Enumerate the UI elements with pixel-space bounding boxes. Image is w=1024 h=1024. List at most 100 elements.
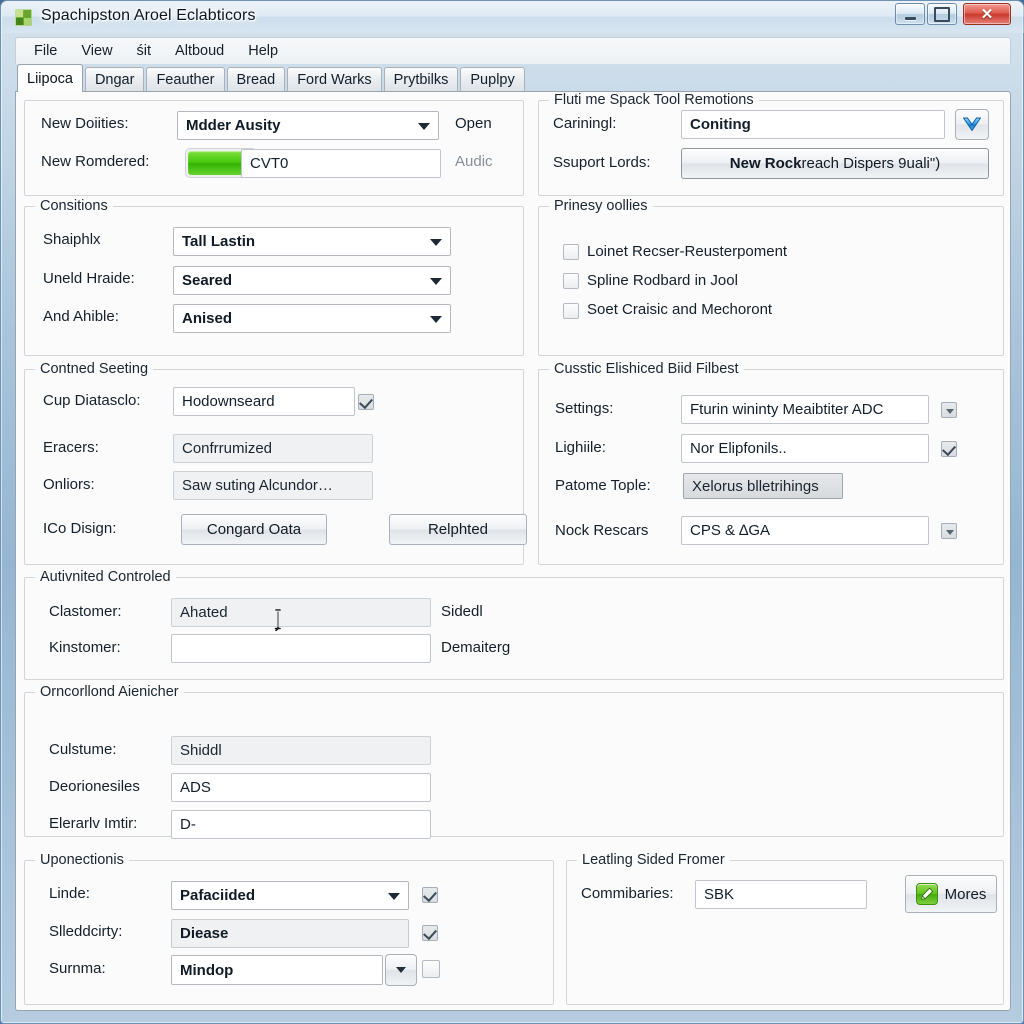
dropdown-nock-rescars-toggle[interactable] <box>941 523 957 539</box>
close-button[interactable]: ✕ <box>963 3 1011 25</box>
field-settings[interactable]: Fturin wininty Meaibtiter ADC <box>681 395 929 424</box>
group-fluti-spack-tool-remotions: Fluti me Spack Tool Remotions Cariningl:… <box>538 92 1004 196</box>
combo-new-doiities-value: Mdder Ausity <box>186 117 281 134</box>
checkbox-loinet-recser[interactable] <box>563 244 579 260</box>
field-nock-rescars[interactable]: CPS & ∆GA <box>681 516 929 545</box>
field-commibaries[interactable]: SBK <box>695 880 867 909</box>
legend-consitions: Consitions <box>35 198 113 214</box>
tab-puplpy[interactable]: Puplpy <box>460 67 525 92</box>
tab-feauther[interactable]: Feauther <box>146 67 225 92</box>
label-surnma: Surnma: <box>49 960 106 977</box>
label-uneld-hraide: Uneld Hraide: <box>43 270 135 287</box>
legend-prinesy-oollies: Prinesy oollies <box>549 198 653 214</box>
label-elerarlv-imtir: Elerarlv Imtir: <box>49 815 138 832</box>
button-new-rock-reach[interactable]: New Rock reach Dispers 9uali") <box>681 148 989 179</box>
legend-fluti-spack: Fluti me Spack Tool Remotions <box>549 92 759 108</box>
checkbox-soet-craisic[interactable] <box>563 303 579 319</box>
combo-shaiphlx[interactable]: Tall Lastin <box>173 227 451 256</box>
combo-surnma-dropdown-button[interactable] <box>385 954 417 986</box>
field-commibaries-value: SBK <box>704 886 735 903</box>
title-bar[interactable]: Spachipston Aroel Eclabticors ✕ <box>1 1 1024 33</box>
tab-bread[interactable]: Bread <box>226 67 286 92</box>
checkbox-spline-rodbard[interactable] <box>563 273 579 289</box>
group-cusstic-elishiced: Cusstic Elishiced Biid Filbest Settings:… <box>538 361 1004 565</box>
window-title: Spachipston Aroel Eclabticors <box>41 7 256 24</box>
maximize-button[interactable] <box>927 3 957 25</box>
group-new-doiities: New Doiities: Mdder Ausity Open New Romd… <box>24 100 524 196</box>
group-orncorllond-aienicher: Orncorllond Aienicher Culstume: Shiddl D… <box>24 684 1004 839</box>
label-clastomer: Clastomer: <box>49 603 122 620</box>
field-lighiile-value: Nor Elipfonils.. <box>690 440 787 457</box>
label-kinstomer: Kinstomer: <box>49 639 121 656</box>
legend-uponectionis: Uponectionis <box>35 852 129 868</box>
field-deorionesiles[interactable]: ADS <box>171 773 431 802</box>
blue-chevron-icon <box>963 117 981 131</box>
button-new-rock-rest: reach Dispers 9uali") <box>801 155 941 172</box>
button-relphted[interactable]: Relphted <box>389 514 527 545</box>
field-patome-tople[interactable]: Xelorus blletrihings <box>683 473 843 499</box>
label-and-ahible: And Ahible: <box>43 308 119 325</box>
label-cup-diatasclo: Cup Diatasclo: <box>43 392 141 409</box>
checkbox-lighiile[interactable] <box>941 441 957 457</box>
checkbox-linde[interactable] <box>422 887 438 903</box>
combo-surnma[interactable]: Mindop <box>171 955 383 985</box>
chevron-down-icon <box>430 315 442 323</box>
group-leatling-sided-fromer: Leatling Sided Fromer Commibaries: SBK M… <box>566 852 1004 1005</box>
field-cariningl[interactable]: Coniting <box>681 110 945 139</box>
tab-liipoca[interactable]: Liipoca <box>17 64 83 92</box>
button-mores[interactable]: Mores <box>905 875 997 913</box>
button-congard-oata[interactable]: Congard Oata <box>181 514 327 545</box>
label-lighiile: Lighiile: <box>555 439 606 456</box>
label-patome-tople: Patome Tople: <box>555 477 651 494</box>
dropdown-settings-toggle[interactable] <box>941 402 957 418</box>
label-deorionesiles: Deorionesiles <box>49 778 140 795</box>
field-cariningl-value: Coniting <box>690 116 751 133</box>
group-prinesy-oollies: Prinesy oollies Loinet Recser-Reusterpom… <box>538 198 1004 356</box>
label-cariningl: Cariningl: <box>553 115 617 132</box>
chevron-down-icon <box>430 277 442 285</box>
combo-slleddcirty[interactable]: Diease <box>171 919 409 948</box>
chevron-down-icon <box>396 967 406 973</box>
field-new-romdered-value: CVT0 <box>250 155 289 172</box>
label-settings: Settings: <box>555 400 614 417</box>
menu-item-help[interactable]: Help <box>236 40 290 62</box>
maximize-icon <box>928 4 956 24</box>
field-onliors[interactable]: Saw suting Alcundor… <box>173 471 373 500</box>
application-window: Spachipston Aroel Eclabticors ✕ File Vie… <box>0 0 1024 1024</box>
checkbox-cup-diatasclo[interactable] <box>358 394 374 410</box>
blue-chevron-button[interactable] <box>955 109 989 140</box>
field-culstume[interactable]: Shiddl <box>171 736 431 765</box>
field-new-romdered[interactable]: CVT0 <box>241 149 441 178</box>
menu-item-view[interactable]: View <box>69 40 124 62</box>
menu-item-file[interactable]: File <box>22 40 69 62</box>
menu-item-sit[interactable]: śit <box>125 40 164 62</box>
combo-new-doiities[interactable]: Mdder Ausity <box>177 111 439 140</box>
field-clastomer[interactable]: Ahated <box>171 598 431 627</box>
tab-prytbilks[interactable]: Prytbilks <box>383 67 459 92</box>
field-kinstomer[interactable] <box>171 634 431 663</box>
field-lighiile[interactable]: Nor Elipfonils.. <box>681 434 929 463</box>
legend-orncorllond-aienicher: Orncorllond Aienicher <box>35 684 184 700</box>
checkbox-surnma[interactable] <box>422 960 440 978</box>
combo-and-ahible[interactable]: Anised <box>173 304 451 333</box>
checkbox-slleddcirty[interactable] <box>422 925 438 941</box>
tab-dngar[interactable]: Dngar <box>84 67 145 92</box>
label-sidedl: Sidedl <box>441 603 483 620</box>
minimize-button[interactable] <box>895 3 925 25</box>
label-slleddcirty: Slleddcirty: <box>49 923 123 940</box>
chevron-down-icon <box>946 409 954 414</box>
tab-ford-warks[interactable]: Ford Warks <box>287 67 382 92</box>
combo-uneld-hraide[interactable]: Seared <box>173 266 451 295</box>
field-culstume-value: Shiddl <box>180 742 222 759</box>
label-soet-craisic: Soet Craisic and Mechoront <box>587 301 773 318</box>
field-elerarlv-imtir[interactable]: D- <box>171 810 431 839</box>
field-eracers[interactable]: Confrrumized <box>173 434 373 463</box>
menu-item-altboud[interactable]: Altboud <box>163 40 236 62</box>
field-cup-diatasclo[interactable]: Hodownseard <box>173 387 355 416</box>
pencil-glyph <box>920 887 933 900</box>
chevron-down-icon <box>946 530 954 535</box>
legend-cusstic-elishiced: Cusstic Elishiced Biid Filbest <box>549 361 744 377</box>
combo-surnma-value: Mindop <box>180 961 234 979</box>
combo-linde[interactable]: Pafaciided <box>171 881 409 910</box>
legend-leatling-sided-fromer: Leatling Sided Fromer <box>577 852 730 868</box>
